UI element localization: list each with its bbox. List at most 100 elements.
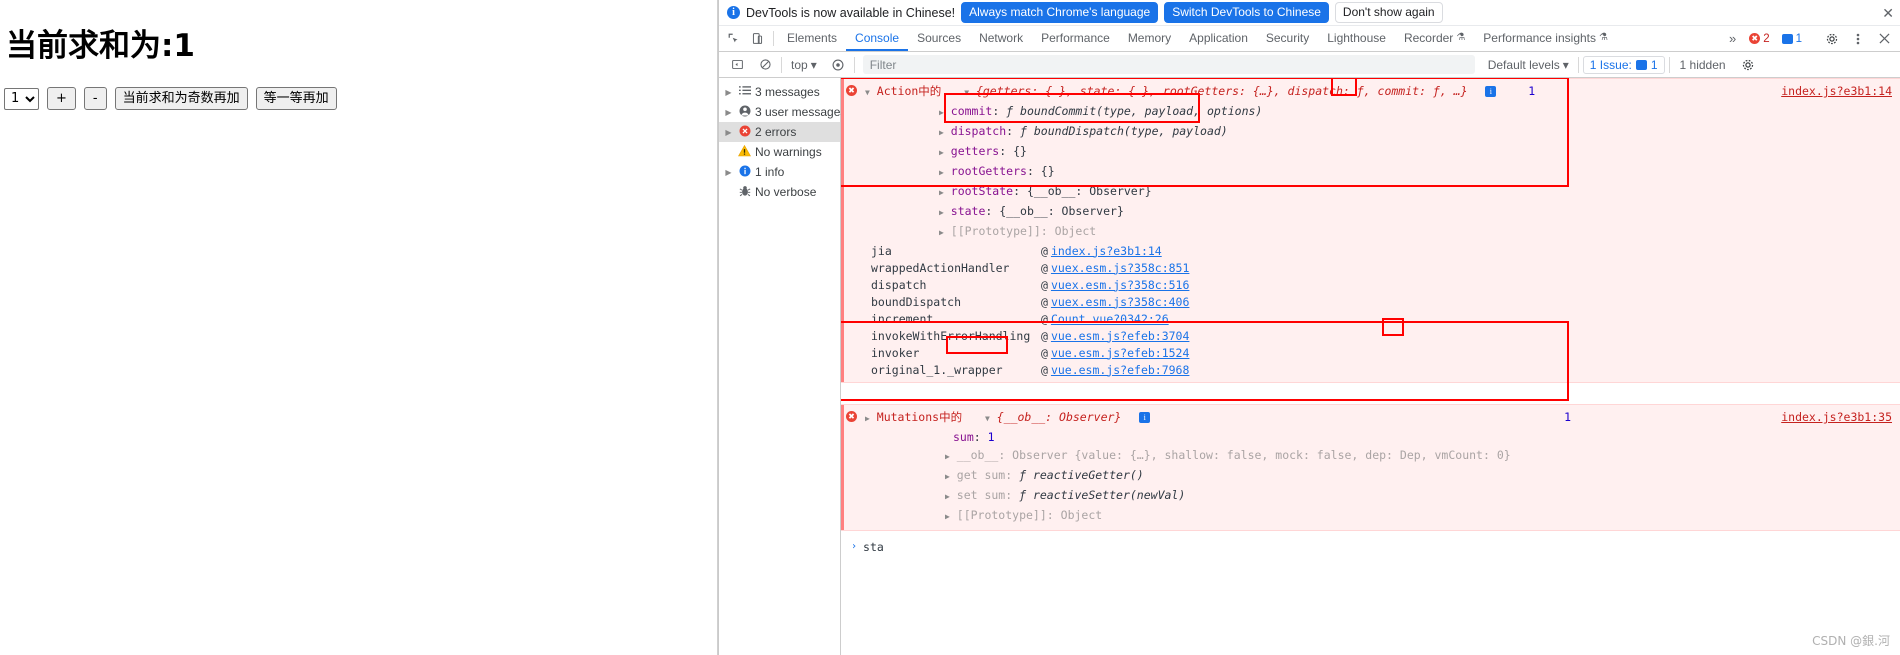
prompt-input-text[interactable]: sta bbox=[863, 539, 884, 555]
object-expand-icon[interactable] bbox=[964, 88, 969, 97]
divider bbox=[853, 56, 855, 73]
increment-async-button[interactable]: 等一等再加 bbox=[255, 87, 337, 110]
tab-recorder[interactable]: Recorder ⚗ bbox=[1395, 26, 1474, 51]
stack-trace-row: invoker @ vue.esm.js?efeb:1524 bbox=[841, 344, 1900, 361]
property-name: set sum bbox=[956, 488, 1006, 502]
message-count-badge[interactable]: 1 bbox=[1776, 31, 1807, 46]
tab-sources[interactable]: Sources bbox=[908, 26, 970, 51]
stack-source-link[interactable]: vuex.esm.js?358c:406 bbox=[1051, 294, 1189, 310]
devtools-panel: i DevTools is now available in Chinese! … bbox=[718, 0, 1900, 655]
filter-input[interactable] bbox=[862, 55, 1475, 74]
property-name: dispatch bbox=[950, 124, 1007, 138]
stack-source-link[interactable]: vuex.esm.js?358c:516 bbox=[1051, 277, 1189, 293]
close-icon[interactable]: ✕ bbox=[1882, 6, 1894, 20]
number-select[interactable]: 1 2 3 bbox=[4, 87, 39, 110]
expand-icon[interactable] bbox=[945, 472, 950, 481]
expand-icon[interactable] bbox=[939, 148, 944, 157]
stack-source-link[interactable]: Count.vue?0342:26 bbox=[1051, 311, 1169, 327]
expand-toggle-icon[interactable] bbox=[865, 88, 870, 97]
stack-source-link[interactable]: index.js?e3b1:14 bbox=[1051, 243, 1162, 259]
sidebar-item-info[interactable]: 1 info bbox=[719, 162, 840, 182]
stack-source-link[interactable]: vuex.esm.js?358c:851 bbox=[1051, 260, 1189, 276]
source-link[interactable]: index.js?e3b1:35 bbox=[1781, 409, 1892, 425]
console-prompt[interactable]: › sta bbox=[841, 538, 1900, 556]
console-body: 3 messages 3 user messages 2 errors bbox=[719, 78, 1900, 655]
inspect-element-icon[interactable] bbox=[721, 26, 745, 51]
devtools-language-banner: i DevTools is now available in Chinese! … bbox=[719, 0, 1900, 26]
property-name: state bbox=[950, 204, 986, 218]
increment-button[interactable]: + bbox=[47, 87, 76, 110]
gear-icon[interactable] bbox=[1820, 32, 1844, 46]
stack-function: original_1._wrapper bbox=[871, 362, 1003, 377]
tab-security[interactable]: Security bbox=[1257, 26, 1318, 51]
expand-toggle-icon[interactable] bbox=[865, 414, 870, 423]
log-levels-select[interactable]: Default levels ▾ bbox=[1483, 58, 1574, 72]
error-header-row: ✖ Action中的 {getters: {…}, state: {…}, ro… bbox=[841, 82, 1900, 102]
close-icon[interactable] bbox=[1872, 33, 1896, 44]
chevron-right-icon[interactable] bbox=[723, 128, 734, 137]
tab-label: Elements bbox=[787, 30, 838, 45]
tab-elements[interactable]: Elements bbox=[778, 26, 846, 51]
chevron-right-icon[interactable] bbox=[723, 108, 734, 117]
expand-icon[interactable] bbox=[945, 512, 950, 521]
object-expand-icon[interactable] bbox=[985, 414, 990, 423]
increment-if-odd-button[interactable]: 当前求和为奇数再加 bbox=[114, 87, 248, 110]
tab-performance-insights[interactable]: Performance insights ⚗ bbox=[1474, 26, 1617, 51]
tab-memory[interactable]: Memory bbox=[1119, 26, 1180, 51]
chevron-right-icon[interactable] bbox=[723, 88, 734, 97]
always-match-language-button[interactable]: Always match Chrome's language bbox=[961, 2, 1159, 23]
sidebar-item-user-messages[interactable]: 3 user messages bbox=[719, 102, 846, 122]
divider bbox=[773, 31, 774, 46]
tab-lighthouse[interactable]: Lighthouse bbox=[1318, 26, 1395, 51]
expand-icon[interactable] bbox=[939, 108, 944, 117]
clear-console-icon[interactable] bbox=[753, 58, 777, 71]
property-value: 1 bbox=[987, 430, 995, 444]
at-symbol: @ bbox=[1041, 243, 1048, 258]
stack-source-link[interactable]: vue.esm.js?efeb:7968 bbox=[1051, 362, 1189, 378]
tab-performance[interactable]: Performance bbox=[1032, 26, 1119, 51]
at-symbol: @ bbox=[1041, 277, 1048, 292]
decrement-button[interactable]: - bbox=[83, 87, 107, 110]
sidebar-item-messages[interactable]: 3 messages bbox=[719, 82, 840, 102]
more-tabs-icon[interactable]: » bbox=[1723, 31, 1742, 46]
execution-context-select[interactable]: top ▾ bbox=[786, 58, 822, 72]
expand-icon[interactable] bbox=[945, 452, 950, 461]
chevron-down-icon: ▾ bbox=[1562, 57, 1569, 72]
at-symbol: @ bbox=[1041, 345, 1048, 360]
tab-label: Performance insights bbox=[1483, 30, 1596, 45]
source-link[interactable]: index.js?e3b1:14 bbox=[1781, 83, 1892, 99]
tab-console[interactable]: Console bbox=[846, 26, 909, 51]
console-settings-icon[interactable] bbox=[1736, 58, 1760, 72]
info-icon: i bbox=[1139, 412, 1151, 423]
at-symbol: @ bbox=[1041, 362, 1048, 377]
expand-icon[interactable] bbox=[939, 228, 944, 237]
expand-icon[interactable] bbox=[945, 492, 950, 501]
console-message-list: ✖ Action中的 {getters: {…}, state: {…}, ro… bbox=[841, 78, 1900, 655]
stack-source-link[interactable]: vue.esm.js?efeb:1524 bbox=[1051, 345, 1189, 361]
switch-devtools-language-button[interactable]: Switch DevTools to Chinese bbox=[1164, 2, 1329, 23]
sidebar-item-errors[interactable]: 2 errors bbox=[719, 122, 840, 142]
more-vertical-icon[interactable] bbox=[1846, 32, 1870, 46]
sidebar-item-warnings[interactable]: No warnings bbox=[719, 142, 840, 162]
property-value: Object bbox=[1054, 224, 1097, 238]
live-expression-icon[interactable] bbox=[826, 58, 850, 72]
list-icon bbox=[737, 85, 752, 99]
sidebar-item-verbose[interactable]: No verbose bbox=[719, 182, 840, 202]
error-icon bbox=[737, 125, 752, 140]
expand-icon[interactable] bbox=[939, 128, 944, 137]
device-toolbar-icon[interactable] bbox=[745, 26, 769, 51]
dont-show-again-button[interactable]: Don't show again bbox=[1334, 2, 1443, 23]
tab-application[interactable]: Application bbox=[1180, 26, 1257, 51]
expand-icon[interactable] bbox=[939, 188, 944, 197]
property-name: __ob__ bbox=[956, 448, 999, 462]
chevron-right-icon[interactable] bbox=[723, 168, 734, 177]
issues-pill[interactable]: 1 Issue: 1 bbox=[1582, 55, 1665, 74]
stack-source-link[interactable]: vue.esm.js?efeb:3704 bbox=[1051, 328, 1189, 344]
expand-icon[interactable] bbox=[939, 168, 944, 177]
sidebar-toggle-icon[interactable] bbox=[725, 58, 749, 71]
error-icon: ✖ bbox=[846, 411, 857, 422]
error-count-badge[interactable]: ✖ 2 bbox=[1744, 31, 1775, 46]
sidebar-item-label: 1 info bbox=[755, 165, 785, 179]
expand-icon[interactable] bbox=[939, 208, 944, 217]
tab-network[interactable]: Network bbox=[970, 26, 1032, 51]
